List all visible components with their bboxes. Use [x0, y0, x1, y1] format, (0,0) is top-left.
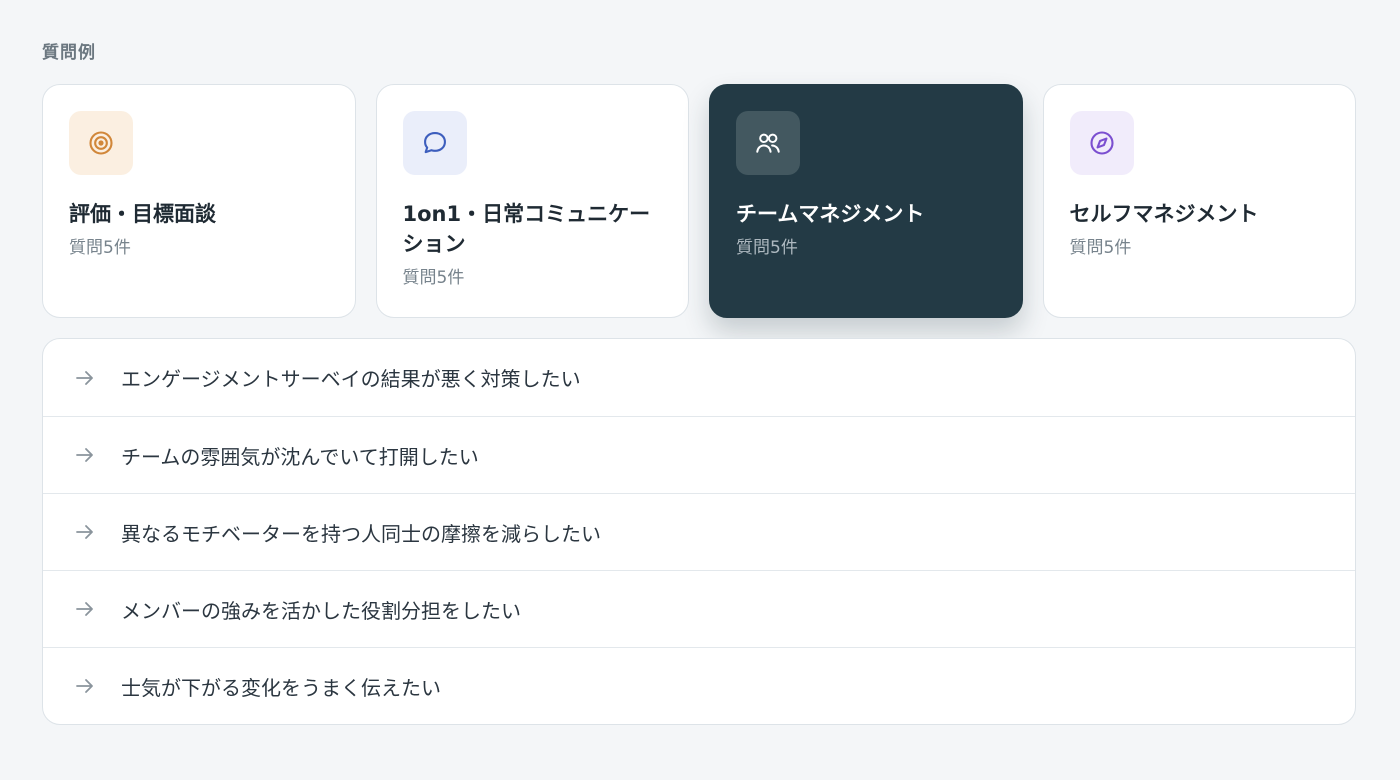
category-cards: 評価・目標面談 質問5件 1on1・日常コミュニケーション 質問5件 チームマネ… — [42, 84, 1356, 318]
compass-icon — [1089, 131, 1114, 155]
question-list: エンゲージメントサーベイの結果が悪く対策したい チームの雰囲気が沈んでいて打開し… — [42, 338, 1356, 725]
category-count: 質問5件 — [1069, 238, 1132, 258]
category-title: 評価・目標面談 — [69, 202, 216, 226]
arrow-right-icon — [73, 519, 99, 545]
icon-box — [1069, 111, 1134, 175]
arrow-right-icon — [73, 673, 99, 699]
category-card-1on1[interactable]: 1on1・日常コミュニケーション 質問5件 — [375, 84, 689, 318]
arrow-right-icon — [73, 442, 99, 468]
category-count: 質問5件 — [69, 238, 131, 258]
category-card-self-management[interactable]: セルフマネジメント 質問5件 — [1042, 84, 1356, 318]
category-card-team-management[interactable]: チームマネジメント 質問5件 — [709, 84, 1023, 318]
category-title: セルフマネジメント — [1069, 202, 1259, 226]
icon-box — [402, 111, 467, 175]
question-item[interactable]: チームの雰囲気が沈んでいて打開したい — [43, 416, 1355, 493]
category-title: チームマネジメント — [736, 202, 925, 226]
section-label: 質問例 — [42, 43, 96, 63]
question-text: チームの雰囲気が沈んでいて打開したい — [121, 444, 479, 469]
question-item[interactable]: メンバーの強みを活かした役割分担をしたい — [43, 570, 1355, 647]
chat-bubble-icon — [423, 132, 446, 154]
category-title: 1on1・日常コミュニケーション — [402, 202, 651, 256]
question-text: 士気が下がる変化をうまく伝えたい — [121, 675, 441, 700]
icon-box — [736, 111, 800, 175]
question-item[interactable]: 士気が下がる変化をうまく伝えたい — [43, 647, 1355, 724]
users-icon — [756, 133, 780, 153]
arrow-right-icon — [73, 596, 99, 622]
arrow-right-icon — [73, 365, 99, 391]
icon-box — [69, 111, 133, 175]
category-card-evaluation[interactable]: 評価・目標面談 質問5件 — [42, 84, 356, 318]
question-text: エンゲージメントサーベイの結果が悪く対策したい — [121, 367, 581, 391]
category-count: 質問5件 — [402, 268, 465, 288]
question-text: メンバーの強みを活かした役割分担をしたい — [121, 598, 521, 623]
question-text: 異なるモチベーターを持つ人同士の摩擦を減らしたい — [121, 521, 601, 546]
target-icon — [89, 131, 113, 155]
category-count: 質問5件 — [736, 238, 798, 258]
question-item[interactable]: エンゲージメントサーベイの結果が悪く対策したい — [43, 339, 1355, 416]
question-item[interactable]: 異なるモチベーターを持つ人同士の摩擦を減らしたい — [43, 493, 1355, 570]
